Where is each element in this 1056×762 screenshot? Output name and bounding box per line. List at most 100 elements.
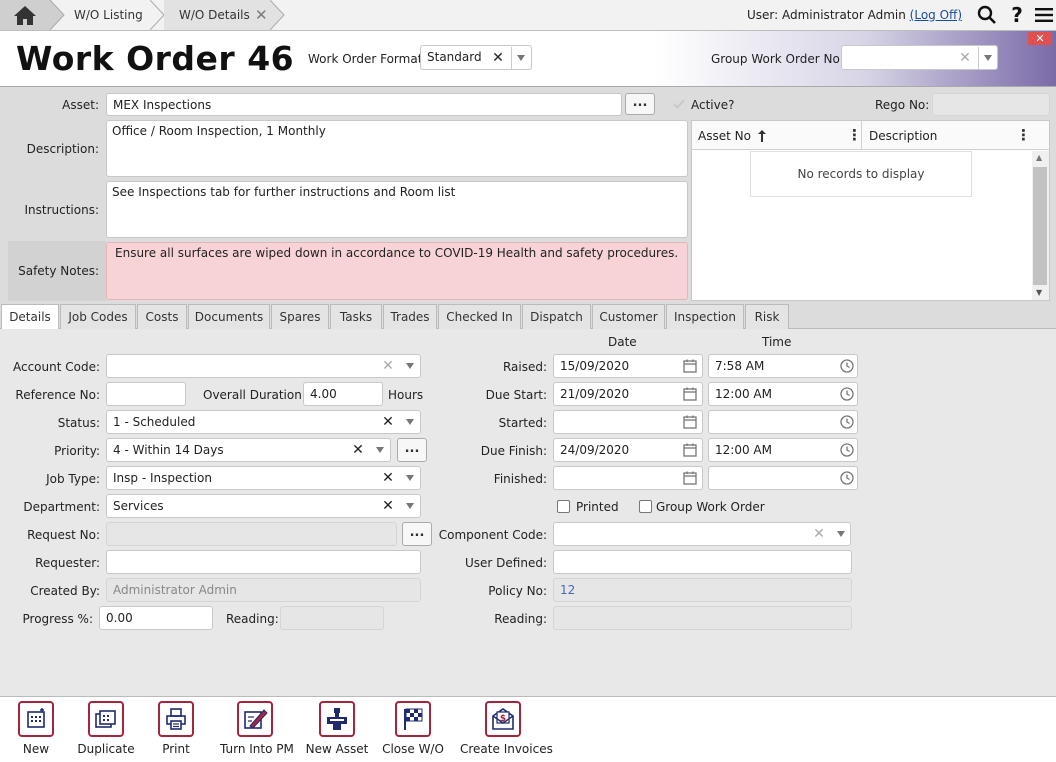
scroll-down-icon[interactable]: ▼ (1036, 288, 1042, 297)
calendar-icon[interactable] (680, 411, 700, 433)
priority-select[interactable]: 4 - Within 14 Days ✕ (106, 438, 391, 462)
chevron-down-icon[interactable] (401, 495, 419, 517)
requester-input[interactable] (106, 550, 421, 574)
clear-icon[interactable]: ✕ (381, 467, 395, 489)
asset-lookup-button[interactable]: ... (625, 93, 655, 115)
scrollbar-thumb[interactable] (1033, 167, 1047, 285)
progress-input[interactable]: 0.00 (99, 606, 213, 630)
create-invoices-button[interactable]: $ Create Invoices (460, 701, 553, 756)
tab-risk[interactable]: Risk (745, 304, 789, 329)
rego-input[interactable] (932, 93, 1050, 116)
format-select[interactable]: Standard ✕ (420, 45, 532, 70)
col-asset-no[interactable]: Asset No (698, 129, 751, 143)
status-select[interactable]: 1 - Scheduled ✕ (106, 410, 421, 434)
scroll-up-icon[interactable]: ▲ (1036, 153, 1042, 162)
menu-button[interactable] (1033, 4, 1055, 26)
active-checkbox-icon[interactable] (672, 97, 686, 111)
tab-trades[interactable]: Trades (383, 304, 437, 329)
search-button[interactable] (976, 4, 998, 26)
component-select[interactable]: ✕ (553, 522, 851, 546)
reference-input[interactable] (106, 382, 186, 406)
column-menu-icon[interactable]: ⋮ (847, 126, 862, 144)
finished-time-input[interactable] (708, 466, 858, 490)
breadcrumb-wo-listing[interactable]: W/O Listing (74, 0, 143, 30)
chevron-down-icon[interactable] (371, 439, 389, 461)
chevron-down-icon[interactable] (401, 355, 419, 377)
clear-group-icon[interactable]: ✕ (958, 47, 972, 69)
tab-tasks[interactable]: Tasks (330, 304, 382, 329)
reading2-input[interactable] (553, 606, 852, 630)
close-wo-button[interactable]: Close W/O (378, 701, 448, 756)
clock-icon[interactable] (837, 467, 857, 489)
safety-notes-textarea[interactable]: Ensure all surfaces are wiped down in ac… (106, 242, 688, 300)
tab-spares[interactable]: Spares (271, 304, 329, 329)
breadcrumb-active-tab[interactable]: W/O Details ✕ (164, 0, 270, 30)
raised-time-input[interactable]: 7:58 AM (708, 354, 858, 378)
col-description[interactable]: Description (869, 129, 937, 143)
instructions-textarea[interactable]: See Inspections tab for further instruct… (106, 181, 688, 238)
duplicate-button[interactable]: Duplicate (71, 701, 141, 756)
userdef-input[interactable] (553, 550, 852, 574)
duestart-date-input[interactable]: 21/09/2020 (553, 382, 703, 406)
clock-icon[interactable] (837, 355, 857, 377)
clear-icon[interactable]: ✕ (381, 411, 395, 433)
clear-format-icon[interactable]: ✕ (491, 47, 505, 69)
home-button[interactable] (0, 0, 50, 30)
tab-dispatch[interactable]: Dispatch (522, 304, 591, 329)
new-asset-button[interactable]: New Asset (302, 701, 372, 756)
logoff-link[interactable]: (Log Off) (910, 8, 962, 22)
turn-into-pm-button[interactable]: Turn Into PM (220, 701, 294, 756)
reading-input[interactable] (280, 606, 384, 630)
new-asset-icon (319, 701, 355, 737)
jobtype-select[interactable]: Insp - Inspection ✕ (106, 466, 421, 490)
asset-input[interactable]: MEX Inspections (106, 93, 622, 116)
print-button[interactable]: Print (141, 701, 211, 756)
chevron-down-icon[interactable] (401, 467, 419, 489)
calendar-icon[interactable] (680, 355, 700, 377)
request-input[interactable] (106, 522, 397, 546)
printed-checkbox[interactable] (557, 500, 570, 513)
tab-costs[interactable]: Costs (137, 304, 187, 329)
breadcrumb-wo-details[interactable]: W/O Details (179, 0, 250, 30)
duestart-time-input[interactable]: 12:00 AM (708, 382, 858, 406)
chevron-down-icon[interactable] (832, 523, 850, 545)
duration-input[interactable]: 4.00 (303, 382, 383, 406)
tab-details[interactable]: Details (1, 304, 59, 330)
clock-icon[interactable] (837, 411, 857, 433)
duefinish-date-input[interactable]: 24/09/2020 (553, 438, 703, 462)
help-icon[interactable]: ? (1006, 3, 1028, 27)
clear-icon[interactable]: ✕ (381, 355, 395, 377)
calendar-icon[interactable] (680, 439, 700, 461)
chevron-down-icon[interactable] (511, 47, 529, 69)
started-date-input[interactable] (553, 410, 703, 434)
started-time-input[interactable] (708, 410, 858, 434)
chevron-down-icon[interactable] (401, 411, 419, 433)
duefinish-time-input[interactable]: 12:00 AM (708, 438, 858, 462)
raised-date-input[interactable]: 15/09/2020 (553, 354, 703, 378)
grid-scrollbar[interactable]: ▲ ▼ (1032, 151, 1049, 300)
account-code-select[interactable]: ✕ (106, 354, 421, 378)
clear-icon[interactable]: ✕ (812, 523, 826, 545)
tab-customer[interactable]: Customer (592, 304, 665, 329)
tab-job-codes[interactable]: Job Codes (60, 304, 136, 329)
tab-inspection[interactable]: Inspection (666, 304, 744, 329)
new-button[interactable]: New (1, 701, 71, 756)
calendar-icon[interactable] (680, 383, 700, 405)
column-menu-icon[interactable]: ⋮ (1016, 126, 1031, 144)
close-window-icon[interactable]: ✕ (1028, 32, 1052, 45)
tab-checked-in[interactable]: Checked In (438, 304, 521, 329)
clock-icon[interactable] (837, 383, 857, 405)
description-textarea[interactable]: Office / Room Inspection, 1 Monthly (106, 120, 688, 177)
group-wo-select[interactable]: ✕ (841, 45, 998, 70)
close-tab-icon[interactable]: ✕ (255, 6, 268, 24)
clear-icon[interactable]: ✕ (381, 495, 395, 517)
clock-icon[interactable] (837, 439, 857, 461)
chevron-down-icon[interactable] (978, 47, 996, 69)
tab-documents[interactable]: Documents (188, 304, 270, 329)
priority-lookup-button[interactable]: ... (397, 438, 427, 462)
clear-icon[interactable]: ✕ (351, 439, 365, 461)
group-wo-checkbox[interactable] (639, 500, 652, 513)
calendar-icon[interactable] (680, 467, 700, 489)
department-select[interactable]: Services ✕ (106, 494, 421, 518)
finished-date-input[interactable] (553, 466, 703, 490)
